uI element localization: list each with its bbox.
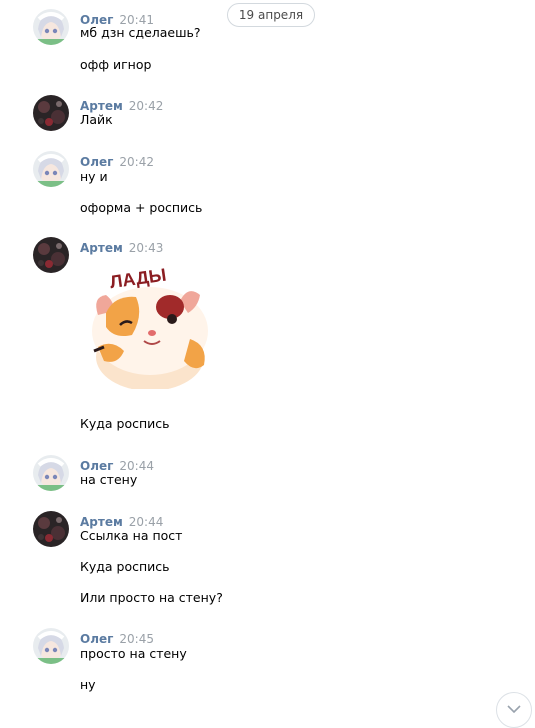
author-line: Артем 20:43 [80,237,164,255]
message-time[interactable]: 20:42 [129,99,164,113]
dark-avatar-icon [33,511,69,547]
author-name[interactable]: Артем [80,99,123,113]
author-name[interactable]: Олег [80,632,113,646]
chevron-down-icon [507,705,521,713]
author-name[interactable]: Олег [80,459,113,473]
avatar[interactable] [33,628,69,664]
message-text: Или просто на стену? [80,590,223,605]
hamster-sticker[interactable]: ЛАДЫ [84,261,216,391]
message-time[interactable]: 20:44 [129,515,164,529]
author-name[interactable]: Артем [80,241,123,255]
message-text: Куда роспись [80,416,170,431]
message-text: мб дзн сделаешь? [80,25,201,40]
author-line: Олег 20:42 [80,151,154,169]
author-name[interactable]: Артем [80,515,123,529]
author-line: Олег 20:45 [80,628,154,646]
author-line: Олег 20:41 [80,9,154,27]
anime-avatar-icon [33,628,69,664]
avatar[interactable] [33,511,69,547]
message-time[interactable]: 20:44 [119,459,154,473]
author-name[interactable]: Олег [80,155,113,169]
author-line: Артем 20:42 [80,95,164,113]
message-text: офф игнор [80,57,152,72]
hamster-icon: ЛАДЫ [92,265,208,391]
message-time[interactable]: 20:43 [129,241,164,255]
anime-avatar-icon [33,151,69,187]
date-separator: 19 апреля [227,3,315,27]
message-text: Куда роспись [80,559,170,574]
message-text: просто на стену [80,646,187,661]
avatar[interactable] [33,9,69,45]
anime-avatar-icon [33,455,69,491]
message-text: оформа + роспись [80,200,203,215]
message-text: Лайк [80,112,113,127]
dark-avatar-icon [33,95,69,131]
scroll-down-button[interactable] [496,692,532,728]
message-time[interactable]: 20:42 [119,155,154,169]
message-text: на стену [80,472,138,487]
avatar[interactable] [33,95,69,131]
author-line: Олег 20:44 [80,455,154,473]
message-text: ну и [80,169,108,184]
message-text: Ссылка на пост [80,528,183,543]
avatar[interactable] [33,455,69,491]
anime-avatar-icon [33,9,69,45]
avatar[interactable] [33,237,69,273]
message-text: ну [80,677,96,692]
avatar[interactable] [33,151,69,187]
author-line: Артем 20:44 [80,511,164,529]
dark-avatar-icon [33,237,69,273]
message-time[interactable]: 20:45 [119,632,154,646]
